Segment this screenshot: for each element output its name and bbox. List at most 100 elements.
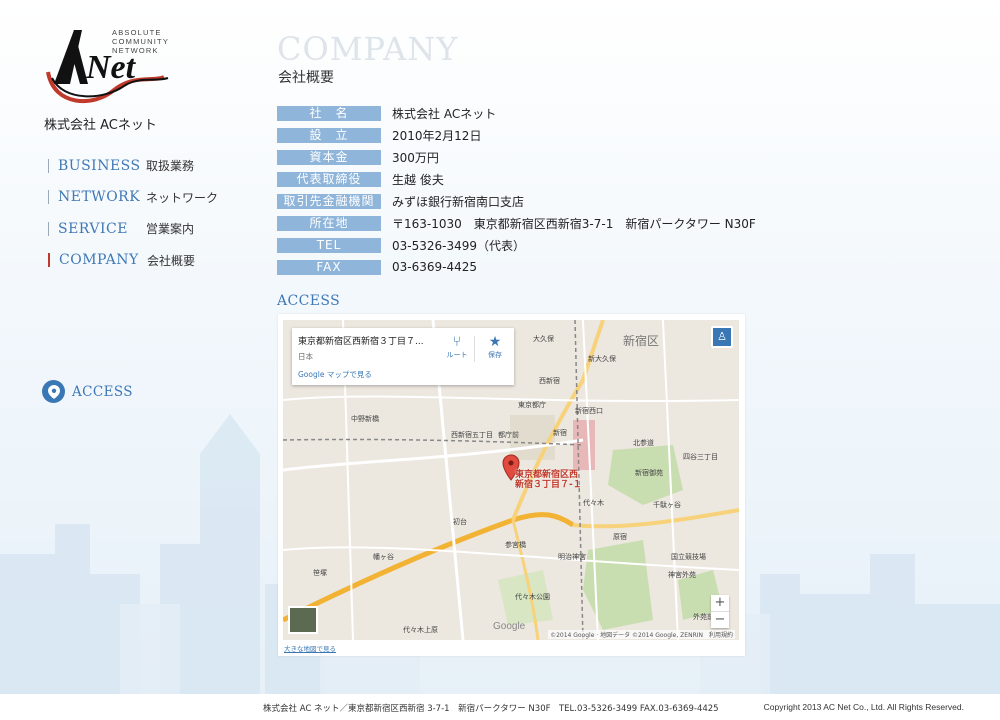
info-value: 03-5326-3499（代表） [392, 238, 526, 253]
map-label: 千駄ヶ谷 [653, 501, 681, 509]
nav-item-network[interactable]: NETWORK ネットワーク [48, 182, 218, 214]
save-button[interactable]: ★ 保存 [482, 334, 508, 360]
nav-item-business[interactable]: BUSINESS 取扱業務 [48, 150, 218, 182]
nav-divider [48, 190, 49, 205]
nav-label-ja: 会社概要 [147, 253, 196, 268]
main-nav: BUSINESS 取扱業務 NETWORK ネットワーク SERVICE 営業案… [48, 150, 218, 276]
info-label: TEL [277, 237, 381, 253]
info-label: FAX [277, 259, 381, 275]
info-row: TEL 03-5326-3499（代表） [277, 234, 756, 256]
save-button-label: 保存 [488, 351, 502, 359]
access-map-frame: 新宿区 大久保 新大久保 西新宿 新宿西口 新宿 代々木 初台 参宮橋 代々木公… [278, 314, 745, 656]
info-label: 取引先金融機関 [277, 193, 381, 209]
map-pin-icon [42, 380, 65, 403]
zoom-control: + − [711, 595, 729, 628]
directions-icon: ⑂ [452, 334, 462, 350]
page-subtitle: 会社概要 [278, 70, 334, 86]
nav-label-ja: 取扱業務 [146, 159, 195, 174]
logo-tagline-line: COMMUNITY [112, 37, 170, 46]
nav-label-en: COMPANY [59, 252, 139, 269]
map-marker-label-line: 新宿３丁目７-１ [515, 480, 582, 490]
nav-label-en: BUSINESS [58, 157, 141, 174]
page-title: COMPANY [277, 30, 459, 68]
info-value: みずほ銀行新宿南口支店 [392, 194, 525, 209]
map-info-card: 東京都新宿区西新宿３丁目７... 日本 Google マップで見る ⑂ ルート … [292, 328, 514, 385]
access-link-label: ACCESS [72, 383, 133, 400]
info-value: 株式会社 ACネット [392, 106, 497, 121]
info-row: FAX 03-6369-4425 [277, 256, 756, 278]
map-label: 中野新橋 [351, 415, 379, 423]
map-label: 幡ヶ谷 [373, 553, 394, 561]
info-value: 2010年2月12日 [392, 128, 482, 143]
access-section-title: ACCESS [277, 293, 341, 309]
footer-address: 株式会社 AC ネット／東京都新宿区西新宿 3-7-1 新宿パークタワー N30… [263, 704, 719, 714]
company-info-table: 社 名 株式会社 ACネット 設 立 2010年2月12日 資本金 300万円 … [277, 102, 756, 278]
info-row: 設 立 2010年2月12日 [277, 124, 756, 146]
nav-item-service[interactable]: SERVICE 営業案内 [48, 213, 218, 245]
map-marker-label: 東京都新宿区西 新宿３丁目７-１ [515, 470, 582, 490]
info-value: 300万円 [392, 150, 439, 165]
zoom-out-button[interactable]: − [711, 611, 729, 628]
card-divider [474, 336, 475, 362]
map-label: 神宮外苑 [668, 571, 696, 579]
map-label: 西新宿 [539, 377, 560, 385]
map-label: 新宿御苑 [635, 469, 663, 477]
map-label: 四谷三丁目 [683, 453, 718, 461]
nav-item-company[interactable]: COMPANY 会社概要 [48, 245, 218, 277]
info-label: 設 立 [277, 127, 381, 143]
map-label: 西新宿五丁目 [451, 431, 493, 439]
nav-divider [48, 221, 49, 236]
nav-label-ja: ネットワーク [146, 190, 219, 205]
map-label: 新宿 [553, 429, 567, 437]
map-label: 代々木 [583, 499, 604, 507]
map-label: 東京都庁 [518, 401, 546, 409]
map-label: 代々木上原 [403, 626, 438, 634]
logo-tagline: ABSOLUTE COMMUNITY NETWORK [112, 28, 169, 55]
info-value: 03-6369-4425 [392, 260, 478, 274]
info-label: 代表取締役 [277, 171, 381, 187]
map-label: 原宿 [613, 533, 627, 541]
open-in-google-maps-link[interactable]: Google マップで見る [298, 369, 372, 380]
map-label: 新大久保 [588, 355, 616, 363]
map-card-address: 東京都新宿区西新宿３丁目７... [298, 337, 424, 347]
info-value: 生越 俊夫 [392, 172, 444, 187]
zoom-in-button[interactable]: + [711, 595, 729, 611]
nav-label-en: NETWORK [58, 189, 141, 206]
view-larger-map-link[interactable]: 大きな地図で見る [284, 643, 336, 653]
map-label: 参宮橋 [505, 541, 526, 549]
map-marker-label-line: 東京都新宿区西 [515, 470, 579, 480]
footer: 株式会社 AC ネット／東京都新宿区西新宿 3-7-1 新宿パークタワー N30… [0, 694, 1000, 720]
route-button-label: ルート [446, 351, 468, 359]
footer-copyright: Copyright 2013 AC Net Co., Ltd. All Righ… [763, 702, 964, 712]
nav-divider [48, 158, 49, 173]
access-link[interactable]: ACCESS [42, 380, 133, 403]
map-label: 国立競技場 [671, 553, 706, 561]
company-name: 株式会社 ACネット [44, 118, 157, 133]
map-label: 初台 [453, 518, 467, 526]
info-label: 所在地 [277, 215, 381, 231]
info-row: 取引先金融機関 みずほ銀行新宿南口支店 [277, 190, 756, 212]
nav-label-ja: 営業案内 [146, 222, 195, 237]
map-label: 新宿区 [623, 334, 660, 348]
map-card-country: 日本 [298, 352, 313, 361]
map-label: 明治神宮 [558, 553, 586, 561]
route-button[interactable]: ⑂ ルート [444, 334, 470, 360]
map-copyright[interactable]: ©2014 Google · 地図データ ©2014 Google, ZENRI… [548, 630, 735, 639]
info-row: 資本金 300万円 [277, 146, 756, 168]
map-label: 都庁前 [498, 431, 519, 439]
map-label: 大久保 [533, 335, 554, 343]
info-label: 資本金 [277, 149, 381, 165]
map-label: 新宿西口 [575, 407, 603, 415]
google-logo: Google [493, 621, 526, 632]
info-label: 社 名 [277, 105, 381, 121]
map-label: 笹塚 [313, 569, 327, 577]
info-value: 〒163-1030 東京都新宿区西新宿3-7-1 新宿パークタワー N30F [392, 216, 756, 231]
google-map[interactable]: 新宿区 大久保 新大久保 西新宿 新宿西口 新宿 代々木 初台 参宮橋 代々木公… [283, 320, 739, 640]
street-view-pegman-icon[interactable]: ♙ [711, 326, 733, 348]
map-label: 代々木公園 [515, 593, 550, 601]
nav-active-indicator [48, 253, 50, 268]
nav-label-en: SERVICE [58, 220, 128, 237]
info-row: 社 名 株式会社 ACネット [277, 102, 756, 124]
info-row: 代表取締役 生越 俊夫 [277, 168, 756, 190]
satellite-toggle-thumbnail[interactable] [288, 606, 318, 634]
